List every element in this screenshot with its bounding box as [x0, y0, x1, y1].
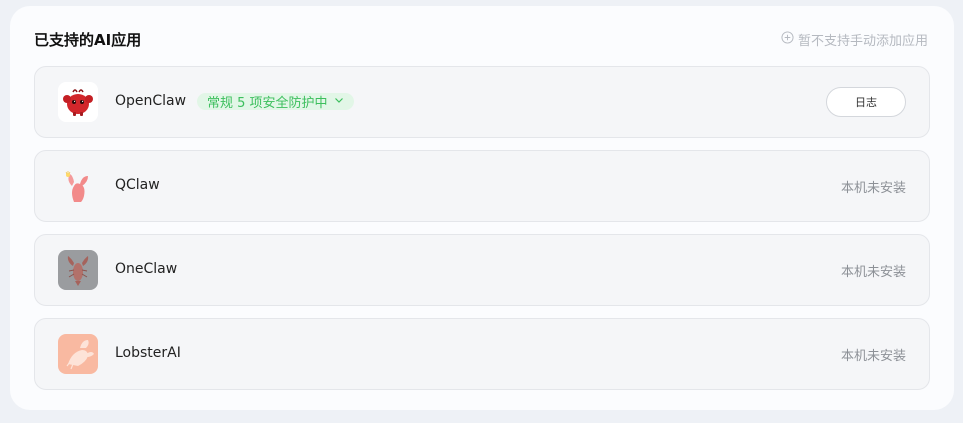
badge-label: 常规 5 项安全防护中 — [207, 96, 328, 111]
app-name: OneClaw — [115, 261, 178, 277]
app-name: OpenClaw — [115, 93, 187, 109]
plus-circle-icon — [781, 31, 794, 48]
app-card-oneclaw: OneClaw 本机未安装 — [34, 234, 930, 306]
app-card-lobsterai: LobsterAI 本机未安装 — [34, 318, 930, 390]
install-status: 本机未安装 — [840, 349, 906, 364]
app-card-qclaw: QClaw 本机未安装 — [34, 150, 930, 222]
app-name: QClaw — [115, 177, 160, 193]
add-app-label: 暂不支持手动添加应用 — [797, 34, 928, 49]
gray-lobster-icon — [58, 250, 98, 290]
panel-title: 已支持的AI应用 — [34, 31, 142, 49]
peach-lobster-icon — [58, 334, 98, 374]
panel-header: 已支持的AI应用 暂不支持手动添加应用 — [34, 28, 928, 50]
log-button[interactable]: 日志 — [826, 87, 906, 117]
pink-claw-icon — [58, 166, 98, 206]
install-status: 本机未安装 — [840, 265, 906, 280]
chevron-down-icon — [334, 94, 344, 109]
add-app-link[interactable]: 暂不支持手动添加应用 — [781, 30, 928, 49]
app-name: LobsterAI — [115, 345, 181, 361]
protection-status-badge[interactable]: 常规 5 项安全防护中 — [197, 93, 354, 111]
app-card-openclaw: OpenClaw 常规 5 项安全防护中 日志 — [34, 66, 930, 138]
install-status: 本机未安装 — [840, 181, 906, 196]
red-crab-mascot-icon — [58, 82, 98, 122]
supported-ai-apps-panel: 已支持的AI应用 暂不支持手动添加应用 OpenClaw 常规 5 项安全防护中… — [10, 6, 954, 410]
